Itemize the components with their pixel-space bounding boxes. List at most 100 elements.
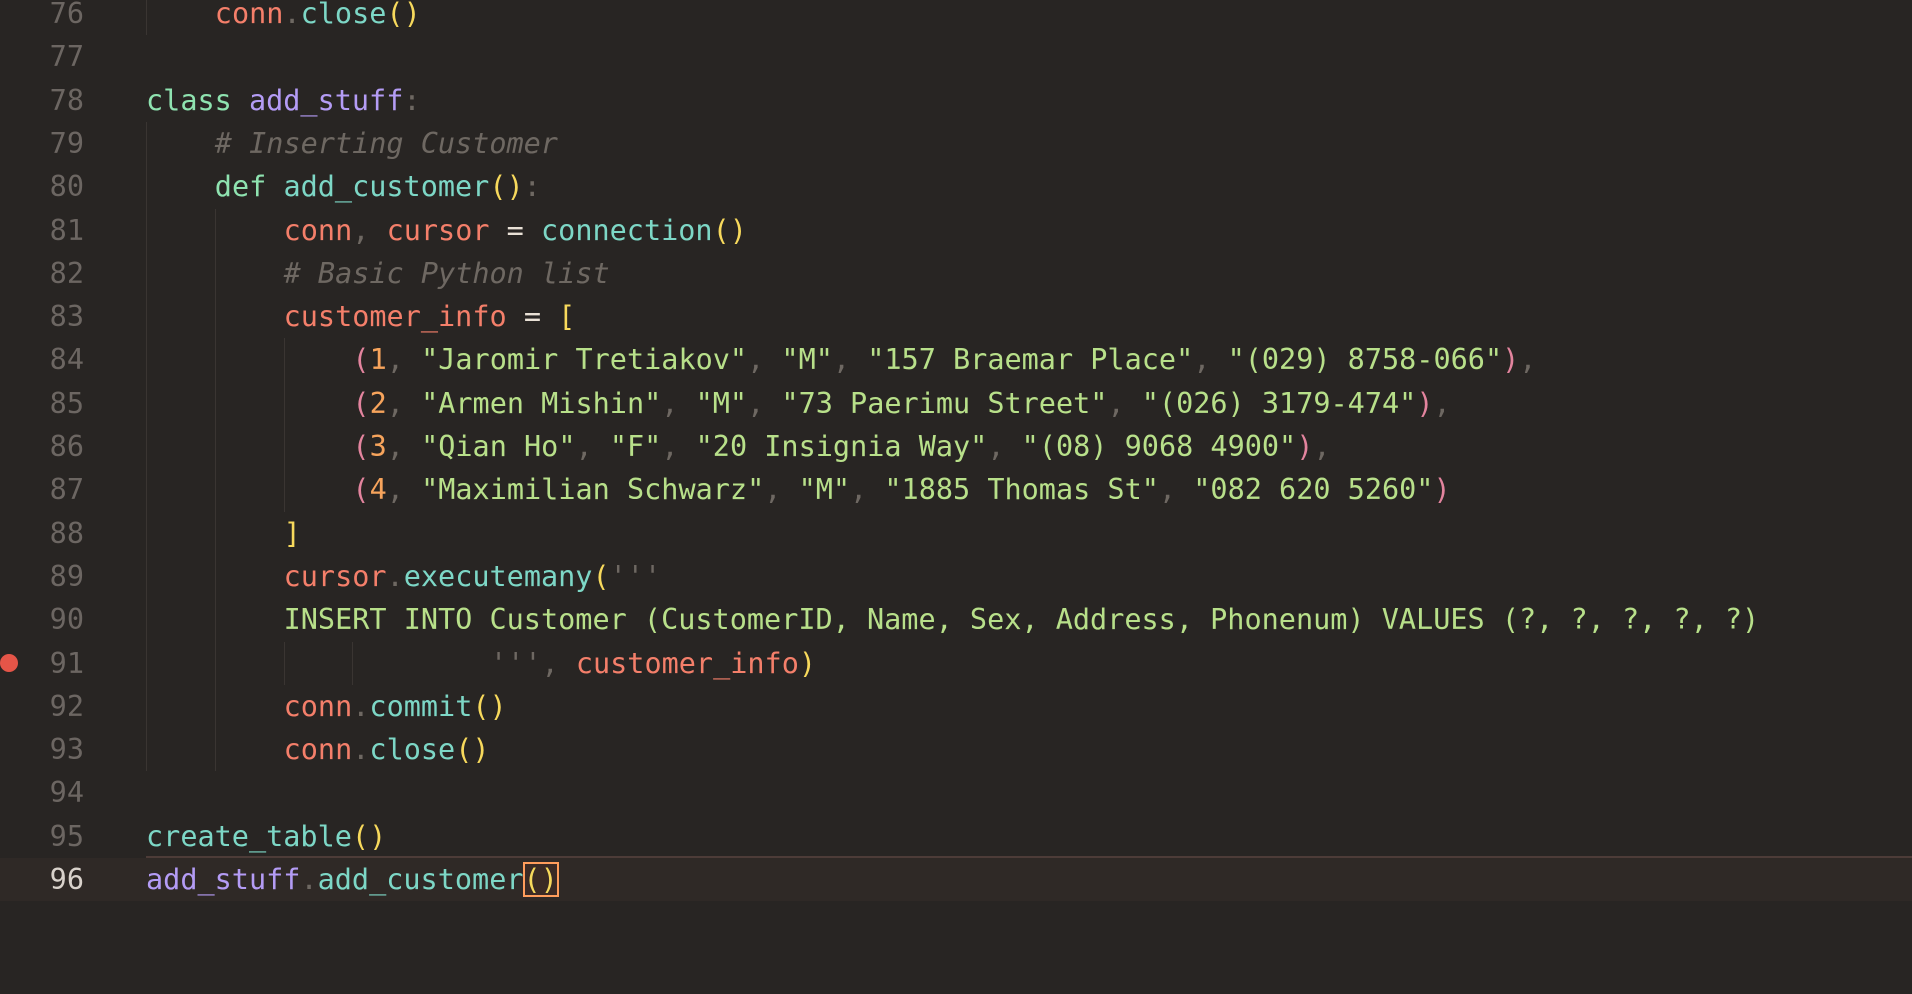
token: ,	[1158, 473, 1194, 507]
code-line[interactable]: 84 (1, "Jaromir Tretiakov", "M", "157 Bra…	[0, 338, 1912, 381]
line-number: 86	[49, 430, 84, 463]
line-number: 89	[49, 559, 84, 593]
token: 2	[369, 386, 387, 420]
token: class	[146, 83, 249, 117]
token: '''	[490, 646, 542, 680]
code-text: cursor.executemany('''	[284, 555, 662, 598]
token: (	[352, 386, 370, 420]
token: conn	[283, 689, 353, 723]
token: ()	[489, 170, 524, 204]
code-line[interactable]: 82 # Basic Python list	[0, 252, 1912, 295]
token: "20 Insignia Way"	[695, 430, 988, 463]
code-line[interactable]: 90 INSERT INTO Customer (CustomerID, Name…	[0, 598, 1912, 641]
token: :	[523, 170, 541, 204]
code-line[interactable]: 80 def add_customer():	[0, 165, 1912, 208]
code-line[interactable]: 89 cursor.executemany('''	[0, 555, 1912, 598]
token: close	[300, 0, 387, 30]
line-number: 95	[49, 819, 84, 853]
token: )	[1416, 386, 1434, 420]
code-text: (3, "Qian Ho", "F", "20 Insignia Way", "…	[352, 425, 1330, 468]
matching-bracket: ()	[522, 862, 559, 897]
code-text: def add_customer():	[215, 165, 541, 208]
code-line[interactable]: 81 conn, cursor = connection()	[0, 209, 1912, 252]
token: connection	[541, 213, 713, 247]
token: def	[214, 170, 284, 204]
token: close	[369, 733, 456, 767]
token: (	[352, 343, 370, 377]
token: "M"	[695, 386, 748, 420]
token: ,	[386, 430, 422, 463]
token: cursor	[283, 559, 387, 593]
code-editor[interactable]: 76 conn.close() 77 78 class add_stuff: 79 # In…	[0, 0, 1912, 994]
line-number: 93	[49, 733, 84, 767]
code-line[interactable]: 76 conn.close()	[0, 0, 1912, 35]
line-number: 85	[49, 386, 84, 420]
line-number: 91	[49, 646, 84, 680]
token: ()	[712, 213, 747, 247]
code-line[interactable]: 86 (3, "Qian Ho", "F", "20 Insignia Way",…	[0, 425, 1912, 468]
token: ,	[1193, 343, 1228, 377]
token: ,	[386, 343, 422, 377]
token: "157 Braemar Place"	[867, 343, 1194, 377]
token: ,	[541, 646, 576, 680]
token: ,	[747, 386, 782, 420]
token: ,	[661, 430, 696, 463]
code-line[interactable]: 91 ''', customer_info)	[0, 642, 1912, 685]
token: 1	[369, 343, 387, 377]
token: )	[798, 646, 817, 680]
token: "Maximilian Schwarz"	[421, 473, 765, 507]
token: )	[1296, 430, 1314, 463]
line-number: 87	[49, 473, 84, 507]
code-text: conn.close()	[284, 728, 490, 771]
code-line[interactable]: 83 customer_info = [	[0, 295, 1912, 338]
code-text: conn, cursor = connection()	[284, 209, 747, 252]
token: "M"	[781, 343, 833, 377]
code-line[interactable]: 77	[0, 35, 1912, 78]
code-line[interactable]: 88]	[0, 512, 1912, 555]
indent-guide	[146, 121, 147, 772]
token: customer_info	[283, 300, 507, 334]
code-line[interactable]: 85 (2, "Armen Mishin", "M", "73 Paerimu S…	[0, 382, 1912, 425]
line-number: 84	[49, 343, 84, 377]
token: )	[1502, 343, 1520, 377]
token: .	[386, 559, 404, 593]
code-line[interactable]: 94	[0, 771, 1912, 814]
code-line[interactable]: 79 # Inserting Customer	[0, 122, 1912, 165]
token: 3	[369, 430, 387, 463]
code-text: (4, "Maximilian Schwarz", "M", "1885 Tho…	[352, 468, 1450, 511]
token: commit	[369, 689, 473, 723]
token: ,	[386, 473, 422, 507]
token: add_stuff	[248, 83, 404, 117]
code-line[interactable]: 87 (4, "Maximilian Schwarz", "M", "1885 T…	[0, 468, 1912, 511]
token: (	[592, 559, 610, 593]
token: =	[506, 300, 559, 334]
indent-guide	[146, 0, 147, 36]
token: ()	[386, 0, 421, 30]
code-text: add_stuff.add_customer()	[146, 858, 559, 901]
line-number: 78	[49, 83, 84, 117]
token: (	[352, 430, 370, 463]
code-line[interactable]: 95 create_table()	[0, 815, 1912, 858]
token: [	[558, 300, 576, 334]
indent-guide	[283, 641, 285, 685]
token: ,	[987, 430, 1022, 463]
code-text: # Inserting Customer	[215, 122, 558, 165]
token: ,	[1107, 386, 1142, 420]
code-line[interactable]: 96 add_stuff.add_customer()	[0, 858, 1912, 902]
token: "Jaromir Tretiakov"	[421, 343, 748, 377]
token: ()	[472, 689, 507, 723]
token: ,	[832, 343, 868, 377]
line-number: 96	[49, 863, 84, 896]
token: "082 620 5260"	[1193, 473, 1434, 507]
code-text: conn.close()	[215, 0, 421, 35]
token: ]	[283, 516, 301, 550]
token: conn	[214, 0, 284, 30]
code-line[interactable]: 93 conn.close()	[0, 728, 1912, 771]
token: "(08) 9068 4900"	[1021, 430, 1297, 463]
token: ()	[351, 819, 387, 853]
token: =	[489, 213, 541, 247]
token: add_stuff	[146, 863, 301, 896]
code-text: (2, "Armen Mishin", "M", "73 Paerimu Str…	[352, 382, 1450, 425]
code-line[interactable]: 92 conn.commit()	[0, 685, 1912, 728]
code-line[interactable]: 78 class add_stuff:	[0, 79, 1912, 122]
